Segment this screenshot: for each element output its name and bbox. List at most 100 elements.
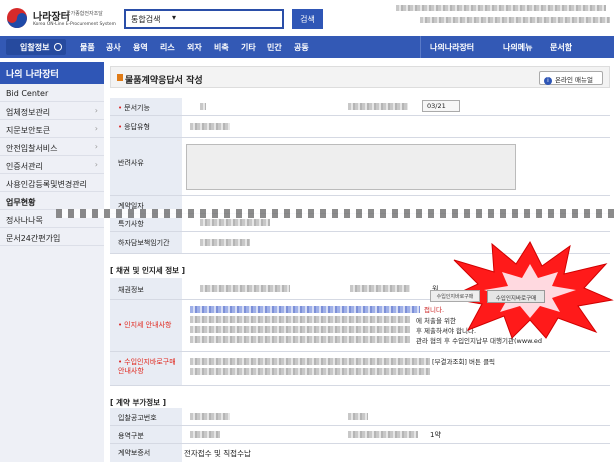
nav-lease[interactable]: 리스 <box>160 42 175 53</box>
import-stamp-purchase-button[interactable]: 수입인지바로구매 <box>430 290 480 302</box>
obscured-notice <box>190 368 430 375</box>
main-nav: 입찰정보 물품 공사 용역 리스 외자 비축 기타 민간 공동 나의나라장터 나… <box>0 36 614 58</box>
row-bid-notice-no: 입찰공고번호 <box>110 408 610 426</box>
sidebar-item-label: 정사나나목 <box>6 216 43 225</box>
header: 나라장터 국가종합전자조달 Korea ON-Line E-Procuremen… <box>0 0 614 36</box>
logo-subtitle: 국가종합전자조달 <box>66 11 103 17</box>
obscured-value <box>190 431 220 438</box>
sidebar-item-label: 업체정보관리 <box>6 108 51 117</box>
nav-stockpile[interactable]: 비축 <box>214 42 229 53</box>
row-label: 채권정보 <box>110 278 182 299</box>
row-rejection-reason: 반려사유 <box>110 138 610 196</box>
date-field[interactable]: 03/21 <box>422 100 460 112</box>
sidebar-item-bid-center[interactable]: Bid Center <box>0 84 104 102</box>
sidebar-item-doc24-signup[interactable]: 문서24간편가입 <box>0 228 104 246</box>
nav-my-narajangteo[interactable]: 나의나라장터 <box>430 42 474 53</box>
obscured-notice <box>190 358 430 365</box>
row-label: 입찰공고번호 <box>110 408 182 425</box>
obscured-value <box>200 219 270 226</box>
chevron-right-icon: › <box>94 106 98 115</box>
nav-bid-info[interactable]: 입찰정보 <box>6 39 66 55</box>
row-label: 용역구분 <box>110 426 182 443</box>
sidebar-item-label: 사용인감등록및변경관리 <box>6 180 87 189</box>
sidebar-item-label: 지문보안토큰 <box>6 126 51 135</box>
obscured-notice <box>190 326 410 333</box>
redaction-dashed-line <box>56 209 614 218</box>
nav-foreign[interactable]: 외자 <box>187 42 202 53</box>
nav-other[interactable]: 기타 <box>241 42 256 53</box>
site-logo[interactable]: 나라장터 국가종합전자조달 Korea ON-Line E-Procuremen… <box>6 7 116 33</box>
header-links-obscured <box>420 17 610 23</box>
value-suffix: 1약 <box>430 431 441 439</box>
sidebar-item-label: Bid Center <box>6 89 49 98</box>
online-manual-button[interactable]: i 온라인 매뉴얼 <box>539 71 603 85</box>
sidebar-item-fingerprint-token[interactable]: 지문보안토큰 › <box>0 120 104 138</box>
sidebar-title: 나의 나라장터 <box>0 62 104 84</box>
document-icon <box>117 74 123 81</box>
obscured-value <box>350 285 410 292</box>
required-mark: • <box>118 123 123 131</box>
nav-goods[interactable]: 물품 <box>80 42 95 53</box>
sidebar-item-safe-bid[interactable]: 안전입찰서비스 › <box>0 138 104 156</box>
row-label: • 문서기능 <box>110 98 182 115</box>
page-title: 물품계약응답서 작성 <box>125 76 203 86</box>
chevron-right-icon: › <box>94 142 98 151</box>
required-mark: • <box>118 358 123 366</box>
row-label: 반려사유 <box>110 138 182 195</box>
row-label-text: 수입인지바로구매 안내사항 <box>118 358 176 375</box>
obscured-value <box>348 413 368 420</box>
sidebar-item-label: 문서24간편가입 <box>6 234 61 243</box>
row-label-text: 반려사유 <box>118 159 144 167</box>
row-label-text: 인지세 안내사항 <box>124 321 172 329</box>
row-label-text: 채권정보 <box>118 286 144 294</box>
nav-document-box[interactable]: 문서함 <box>550 42 572 53</box>
contract-bond-value: 전자접수 및 직접수납 <box>184 449 251 458</box>
row-label: • 수입인지바로구매 안내사항 <box>110 352 182 385</box>
sidebar-item-company-info[interactable]: 업체정보관리 › <box>0 102 104 120</box>
search-category-value: 통합검색 <box>131 15 161 24</box>
rejection-reason-textarea[interactable] <box>186 144 516 190</box>
section-extra-title: [ 계약 부가정보 ] <box>110 398 167 407</box>
sidebar-item-label: 업무현황 <box>6 198 36 207</box>
obscured-notice <box>190 336 410 343</box>
stamp-notice-text: 접니다. <box>424 306 445 314</box>
nav-construction[interactable]: 공사 <box>106 42 121 53</box>
obscured-notice <box>190 316 410 323</box>
nav-bid-info-label: 입찰정보 <box>20 43 50 52</box>
row-label: • 응답유형 <box>110 116 182 137</box>
row-contract-bond: 계약보증서 전자접수 및 직접수납 <box>110 444 610 462</box>
obscured-notice <box>190 306 420 313</box>
search-category-select[interactable]: 통합검색 ▾ <box>124 9 284 29</box>
section-bond-title: [ 채권 및 인지세 정보 ] <box>110 266 186 275</box>
obscured-value <box>190 123 230 130</box>
row-label-text: 특기사항 <box>118 220 144 228</box>
sidebar-item-certificate[interactable]: 인증서관리 › <box>0 156 104 174</box>
row-label: • 인지세 안내사항 <box>110 300 182 351</box>
row-label-text: 계약보증서 <box>118 449 151 457</box>
sidebar: 나의 나라장터 Bid Center 업체정보관리 › 지문보안토큰 › 안전입찰서… <box>0 62 104 462</box>
row-label-text: 문서기능 <box>124 104 150 112</box>
required-mark: • <box>118 104 123 112</box>
row-service-type: 용역구분 1약 <box>110 426 610 444</box>
obscured-value <box>200 103 206 110</box>
online-manual-label: 온라인 매뉴얼 <box>555 76 593 84</box>
page-title-bar: 물품계약응답서 작성 i 온라인 매뉴얼 <box>110 66 610 88</box>
sidebar-item-seal-registration[interactable]: 사용인감등록및변경관리 <box>0 174 104 192</box>
nav-joint[interactable]: 공동 <box>294 42 309 53</box>
nav-my-menu[interactable]: 나의메뉴 <box>503 42 532 53</box>
sidebar-item-label: 인증서관리 <box>6 162 43 171</box>
obscured-value <box>200 285 290 292</box>
chevron-right-icon: › <box>94 160 98 169</box>
import-stamp-purchase-highlighted-button[interactable]: 수입인지바로구매 <box>487 290 545 303</box>
chevron-right-icon: › <box>94 124 98 133</box>
row-label: 하자담보책임기간 <box>110 232 182 253</box>
chevron-down-icon: ▾ <box>172 13 177 22</box>
row-label-text: 하자담보책임기간 <box>118 239 170 247</box>
sidebar-item-work-status[interactable]: 업무현황 <box>0 192 104 210</box>
search-button[interactable]: 검색 <box>292 9 323 29</box>
nav-service[interactable]: 용역 <box>133 42 148 53</box>
row-import-stamp: • 수입인지바로구매 안내사항 [부결과조회] 버튼 클릭 <box>110 352 610 386</box>
logo-english: Korea ON-Line E-Procurement System <box>33 22 116 27</box>
row-label: 계약보증서 <box>110 444 182 462</box>
nav-private[interactable]: 민간 <box>267 42 282 53</box>
